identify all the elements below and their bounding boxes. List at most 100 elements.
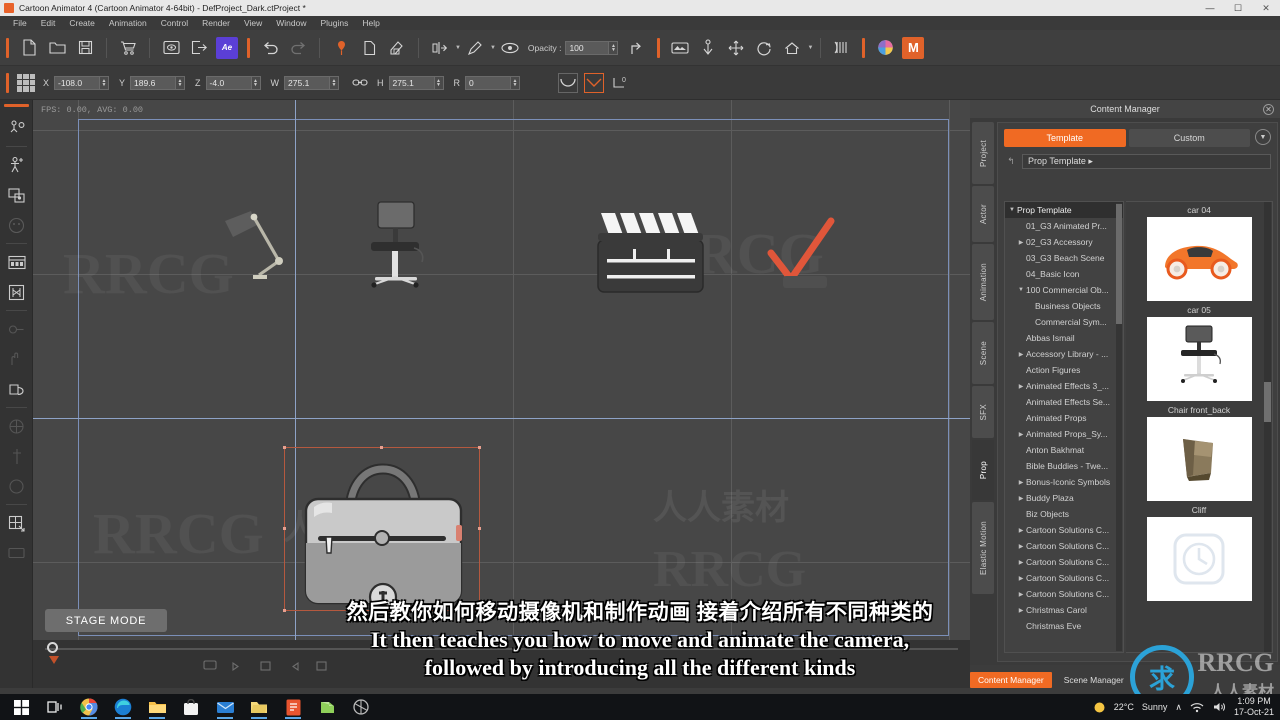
- vtab-prop[interactable]: Prop: [972, 440, 994, 500]
- new-project-icon[interactable]: [18, 37, 40, 59]
- face-puppet-icon[interactable]: [0, 210, 33, 240]
- stepper-w[interactable]: ▲ ▼: [330, 75, 340, 90]
- back-arrow-icon[interactable]: ↰: [1004, 155, 1018, 169]
- close-icon[interactable]: ✕: [1263, 104, 1274, 115]
- tree-node[interactable]: Abbas Ismail: [1005, 330, 1123, 346]
- anchor-icon[interactable]: [697, 37, 719, 59]
- tree-node[interactable]: ▶ Accessory Library - ...: [1005, 346, 1123, 362]
- tree-node[interactable]: ▶ Cartoon Solutions C...: [1005, 538, 1123, 554]
- opacity-stepper[interactable]: ▲ ▼: [609, 40, 619, 55]
- timeline-speech-icon[interactable]: [203, 660, 217, 672]
- color-wheel-icon[interactable]: [874, 37, 896, 59]
- scene-manager-icon[interactable]: [0, 471, 33, 501]
- motion-key-icon[interactable]: [0, 314, 33, 344]
- elastic-motion-icon[interactable]: [0, 441, 33, 471]
- baseline-icon[interactable]: 0: [610, 72, 634, 94]
- twisty-right-icon[interactable]: ▶: [1016, 591, 1026, 598]
- start-button[interactable]: [4, 694, 38, 720]
- transform-field-h[interactable]: H 275.1 ▲ ▼: [377, 75, 444, 90]
- thumbnail-item[interactable]: Chair front_back: [1126, 403, 1272, 501]
- speaker-icon[interactable]: [1212, 701, 1226, 713]
- link-aspect-icon[interactable]: [352, 72, 368, 94]
- duplicate-icon[interactable]: [358, 37, 380, 59]
- tree-node[interactable]: Anton Bakhmat: [1005, 442, 1123, 458]
- create-prop-icon[interactable]: [0, 180, 33, 210]
- flip-dropdown-caret[interactable]: ▼: [455, 45, 461, 51]
- pen-dropdown-caret[interactable]: ▼: [490, 45, 496, 51]
- tab-template[interactable]: Template: [1004, 129, 1126, 147]
- grid-edit-icon[interactable]: [0, 508, 33, 538]
- tree-node[interactable]: ▼ Prop Template: [1005, 202, 1123, 218]
- value-r[interactable]: 0: [465, 75, 512, 90]
- tree-node[interactable]: Commercial Sym...: [1005, 314, 1123, 330]
- marketplace-icon[interactable]: [117, 37, 139, 59]
- twisty-right-icon[interactable]: ▶: [1016, 559, 1026, 566]
- camera-icon[interactable]: [669, 37, 691, 59]
- sprite-editor-icon[interactable]: [386, 37, 408, 59]
- twisty-right-icon[interactable]: ▶: [1016, 351, 1026, 358]
- tree-node[interactable]: ▶ Christmas Carol: [1005, 602, 1123, 618]
- twisty-right-icon[interactable]: ▶: [1016, 383, 1026, 390]
- store-icon[interactable]: [174, 694, 208, 720]
- thumbs-scrollbar-thumb[interactable]: [1264, 382, 1271, 422]
- edge-icon[interactable]: [106, 694, 140, 720]
- tree-node[interactable]: ▶ Buddy Plaza: [1005, 490, 1123, 506]
- tab-custom[interactable]: Custom: [1128, 129, 1250, 147]
- tree-node[interactable]: Animated Effects Se...: [1005, 394, 1123, 410]
- timeline-playhead[interactable]: [47, 642, 58, 653]
- timeline-key-add-icon[interactable]: [259, 660, 273, 672]
- timeline-loop-icon[interactable]: [315, 660, 329, 672]
- create-actor-icon[interactable]: [0, 113, 33, 143]
- after-effects-icon[interactable]: Ae: [216, 36, 238, 59]
- value-z[interactable]: -4.0: [205, 75, 252, 90]
- hand-edit-icon[interactable]: [0, 344, 33, 374]
- tree-node[interactable]: 03_G3 Beach Scene: [1005, 250, 1123, 266]
- tree-node[interactable]: Animated Props: [1005, 410, 1123, 426]
- vtab-project[interactable]: Project: [972, 122, 994, 184]
- maximize-button[interactable]: ☐: [1224, 0, 1252, 16]
- value-h[interactable]: 275.1: [388, 75, 435, 90]
- curve-up-icon[interactable]: [584, 72, 604, 93]
- mirror-icon[interactable]: [831, 37, 853, 59]
- flip-icon[interactable]: [429, 37, 451, 59]
- transform-field-y[interactable]: Y 189.6 ▲ ▼: [119, 75, 186, 90]
- tree-scrollbar-thumb[interactable]: [1116, 204, 1122, 324]
- twisty-down-icon[interactable]: ▼: [1007, 207, 1017, 213]
- opacity-control[interactable]: Opacity : 100 ▲ ▼: [528, 40, 619, 55]
- menu-item-help[interactable]: Help: [355, 16, 386, 30]
- transform-field-r[interactable]: R 0 ▲ ▼: [454, 75, 521, 90]
- home-dropdown-caret[interactable]: ▼: [807, 45, 813, 51]
- orange-car-thumbnail[interactable]: [1146, 217, 1252, 301]
- vtab-animation[interactable]: Animation: [972, 244, 994, 320]
- category-tree[interactable]: ▼ Prop Template 01_G3 Animated Pr... ▶ 02_G3…: [1004, 201, 1124, 653]
- weather-sun-icon[interactable]: [1093, 701, 1106, 714]
- save-project-icon[interactable]: [74, 37, 96, 59]
- opacity-value[interactable]: 100: [565, 40, 610, 55]
- twisty-right-icon[interactable]: ▶: [1016, 479, 1026, 486]
- task-view-button[interactable]: [38, 694, 72, 720]
- move-icon[interactable]: [725, 37, 747, 59]
- timeline-key-prev-icon[interactable]: [231, 660, 245, 672]
- vtab-sfx[interactable]: SFX: [972, 386, 994, 438]
- pin-icon[interactable]: [330, 37, 352, 59]
- preview-icon[interactable]: [160, 37, 182, 59]
- tree-node[interactable]: ▶ Animated Effects 3_...: [1005, 378, 1123, 394]
- twisty-right-icon[interactable]: ▶: [1016, 431, 1026, 438]
- undo-icon[interactable]: [259, 37, 281, 59]
- open-project-icon[interactable]: [46, 37, 68, 59]
- bone-editor-icon[interactable]: [0, 277, 33, 307]
- tray-expand-icon[interactable]: ∧: [1175, 702, 1182, 713]
- thumbs-scrollbar-track[interactable]: [1264, 202, 1271, 652]
- chevron-down-icon[interactable]: ▼: [1255, 129, 1271, 145]
- tree-node[interactable]: ▶ Bonus-Iconic Symbols: [1005, 474, 1123, 490]
- align-icon[interactable]: [626, 37, 648, 59]
- tree-node[interactable]: ▶ Animated Props_Sy...: [1005, 426, 1123, 442]
- transform-grid-icon[interactable]: [17, 73, 35, 92]
- stepper-h[interactable]: ▲ ▼: [434, 75, 444, 90]
- menu-item-control[interactable]: Control: [154, 16, 195, 30]
- tree-node[interactable]: Bible Buddies - Twe...: [1005, 458, 1123, 474]
- stepper-x[interactable]: ▲ ▼: [100, 75, 110, 90]
- menu-item-plugins[interactable]: Plugins: [314, 16, 356, 30]
- close-button[interactable]: ✕: [1252, 0, 1280, 16]
- stepper-z[interactable]: ▲ ▼: [251, 75, 261, 90]
